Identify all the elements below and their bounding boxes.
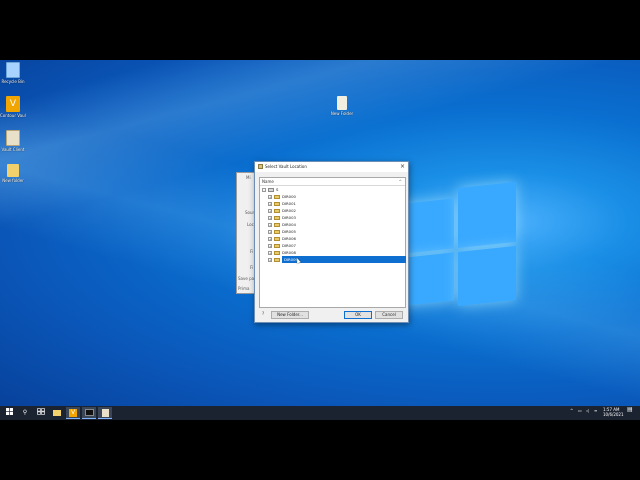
drive-folder-icon	[268, 188, 274, 192]
dialog-app-icon	[258, 164, 263, 169]
chevron-up-icon: ^	[398, 179, 402, 184]
folder-icon	[274, 216, 280, 220]
speaker-icon[interactable]: ◁	[586, 408, 589, 413]
folder-icon	[337, 96, 347, 110]
folder-icon	[7, 164, 19, 177]
cancel-button[interactable]: Cancel	[375, 311, 403, 319]
desktop-icon-new-folder[interactable]: New folder	[0, 164, 26, 183]
desktop-icon-label: Contour Vault Admin	[0, 113, 26, 118]
folder-icon	[53, 410, 61, 416]
background-window-label: Prima	[238, 286, 250, 291]
tree-node-label: DIR004	[282, 222, 296, 227]
collapse-icon[interactable]: -	[262, 188, 266, 192]
tree-root[interactable]: -S	[262, 186, 278, 193]
tree-node-label: DIR003	[282, 215, 296, 220]
background-window-label: Fi	[250, 249, 254, 254]
background-window-label: Sour	[245, 210, 255, 215]
close-icon[interactable]: ×	[400, 163, 405, 171]
folder-icon	[274, 237, 280, 241]
folder-icon	[274, 223, 280, 227]
expand-icon[interactable]: +	[268, 202, 272, 206]
dialog-titlebar[interactable]: Select Vault Location ×	[255, 162, 408, 172]
tree-item[interactable]: + DIR003	[268, 214, 404, 221]
expand-icon[interactable]: +	[268, 258, 272, 262]
desktop-icon-vault-admin[interactable]: V Contour Vault Admin	[0, 96, 26, 118]
desktop-icon-label: Vault Client	[1, 147, 25, 152]
expand-icon[interactable]: +	[268, 195, 272, 199]
tree-node-label: DIR007	[282, 243, 296, 248]
folder-tree[interactable]: Name ^ -S + DIR000 + DIR001 + DIR002 + DIR00…	[259, 177, 406, 308]
desktop-icon-label: New Folder	[330, 111, 354, 116]
desktop-icon-vault-client[interactable]: Vault Client	[0, 130, 26, 152]
expand-icon[interactable]: +	[268, 244, 272, 248]
taskbar-vault-client[interactable]	[98, 407, 112, 419]
desktop-icon-new-folder-2[interactable]: New Folder	[329, 96, 355, 116]
expand-icon[interactable]: +	[268, 237, 272, 241]
terminal-icon	[84, 409, 94, 416]
taskbar-vault-admin[interactable]: V	[66, 407, 80, 419]
tree-item[interactable]: + DIR004	[268, 221, 404, 228]
background-window-label: Fi	[250, 265, 254, 270]
folder-icon	[274, 251, 280, 255]
ok-button[interactable]: OK	[344, 311, 372, 319]
start-button[interactable]	[2, 407, 16, 419]
tree-item[interactable]: + DIR001	[268, 200, 404, 207]
tree-node-label: DIR002	[282, 208, 296, 213]
folder-icon	[274, 230, 280, 234]
desktop-icon-recycle-bin[interactable]: Recycle Bin	[0, 62, 26, 84]
select-vault-location-dialog[interactable]: Select Vault Location × Name ^ -S + DIR00…	[254, 161, 409, 323]
tree-item[interactable]: + DIR002	[268, 207, 404, 214]
vault-client-icon	[101, 409, 109, 417]
new-folder-button[interactable]: New Folder...	[271, 311, 309, 319]
tree-node-label: DIR008	[282, 250, 296, 255]
tree-node-label: DIR000	[282, 194, 296, 199]
expand-icon[interactable]: +	[268, 223, 272, 227]
tree-item-selected[interactable]: + DIR009	[268, 256, 406, 263]
tree-node-label: DIR001	[282, 201, 296, 206]
folder-icon	[274, 244, 280, 248]
column-header-name[interactable]: Name ^	[260, 178, 405, 186]
help-icon[interactable]: ?	[260, 311, 266, 317]
tree-node-label: S	[276, 187, 279, 192]
tree-node-label: DIR005	[282, 229, 296, 234]
notifications-icon[interactable]: ▤	[627, 407, 633, 413]
background-window-label: Save pat	[238, 276, 256, 281]
language-icon[interactable]: ≡	[594, 408, 597, 413]
dialog-title: Select Vault Location	[265, 164, 307, 169]
column-header-label: Name	[262, 179, 274, 184]
expand-icon[interactable]: +	[268, 209, 272, 213]
desktop-icon-label: Recycle Bin	[1, 79, 25, 84]
expand-icon[interactable]: +	[268, 230, 272, 234]
recycle-bin-icon	[6, 62, 20, 78]
desktop-icon-label: New folder	[2, 178, 24, 183]
folder-icon	[274, 195, 280, 199]
vault-client-icon	[6, 130, 20, 146]
chevron-up-icon[interactable]: ^	[570, 408, 573, 413]
folder-icon	[274, 202, 280, 206]
tree-item[interactable]: + DIR006	[268, 235, 404, 242]
expand-icon[interactable]: +	[268, 251, 272, 255]
windows-logo	[400, 181, 516, 312]
tree-item[interactable]: + DIR007	[268, 242, 404, 249]
taskbar: ⚲ V ^ ▭ ◁ ≡ 1:57 AM 10/6/2021 ▤	[0, 406, 640, 420]
folder-icon	[274, 209, 280, 213]
taskbar-file-explorer[interactable]	[50, 407, 64, 419]
vault-app-icon: V	[69, 409, 77, 417]
tree-item[interactable]: + DIR000	[268, 193, 404, 200]
tree-item[interactable]: + DIR008	[268, 249, 404, 256]
network-icon[interactable]: ▭	[578, 408, 582, 413]
task-view-icon[interactable]	[34, 407, 48, 419]
tree-item[interactable]: + DIR005	[268, 228, 404, 235]
background-window-label: Loc	[247, 222, 254, 227]
clock-date[interactable]: 10/6/2021	[603, 412, 624, 417]
taskbar-command-prompt[interactable]	[82, 407, 96, 419]
folder-icon	[274, 258, 280, 262]
expand-icon[interactable]: +	[268, 216, 272, 220]
background-window-title: Mi	[246, 175, 251, 180]
search-icon[interactable]: ⚲	[18, 407, 32, 419]
vault-app-icon: V	[6, 96, 20, 112]
tree-node-label: DIR006	[282, 236, 296, 241]
windows-start-icon	[5, 408, 13, 415]
